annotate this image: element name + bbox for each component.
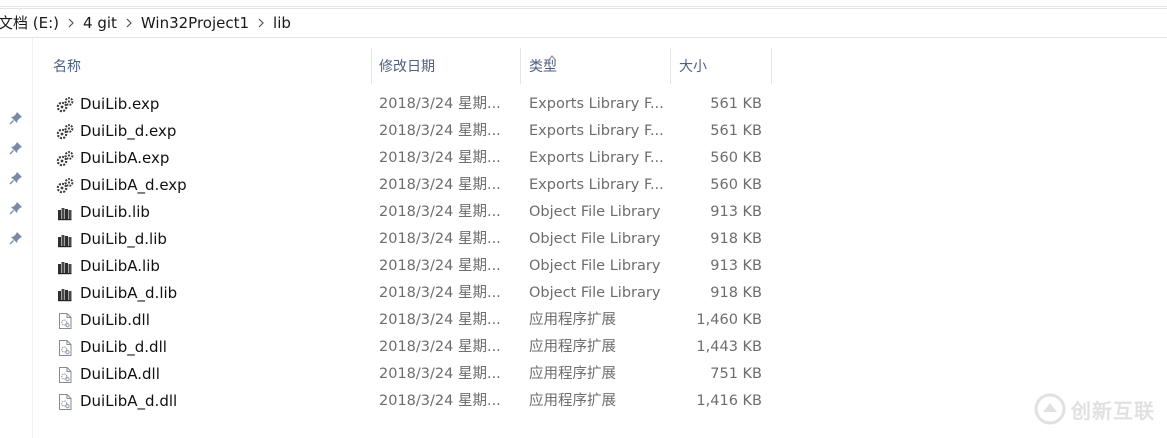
file-size: 1,460 KB — [696, 312, 762, 328]
watermark: 创新互联 — [1033, 392, 1155, 426]
file-row[interactable]: DuiLibA.exp 2018/3/24 星期... Exports Librar… — [44, 145, 772, 172]
file-type: Exports Library F... — [529, 96, 664, 112]
breadcrumb-git[interactable]: 4 git — [79, 9, 121, 37]
file-type: 应用程序扩展 — [529, 393, 616, 409]
navigation-pane — [0, 38, 33, 438]
file-row[interactable]: DuiLibA.lib 2018/3/24 星期... Object File Li… — [44, 253, 772, 280]
column-header-date[interactable]: 修改日期 — [370, 48, 521, 84]
breadcrumb-drive[interactable]: 文档 (E:) — [0, 9, 63, 37]
address-bar[interactable]: 文档 (E:) 4 git Win32Project1 lib — [0, 8, 1167, 38]
file-size: 913 KB — [710, 258, 762, 274]
exp-file-icon — [56, 177, 74, 195]
dll-file-icon — [56, 339, 74, 357]
file-type: Object File Library — [529, 231, 661, 247]
file-date-modified: 2018/3/24 星期... — [379, 204, 501, 220]
file-date-modified: 2018/3/24 星期... — [379, 393, 501, 409]
file-size: 560 KB — [710, 150, 762, 166]
file-row[interactable]: DuiLib_d.exp 2018/3/24 星期... Exports Libra… — [44, 118, 772, 145]
lib-file-icon — [56, 258, 74, 276]
file-name: DuiLibA_d.lib — [80, 284, 178, 302]
file-row[interactable]: DuiLib_d.dll 2018/3/24 星期... 应用程序扩展 1,443 K… — [44, 334, 772, 361]
watermark-logo-icon — [1033, 392, 1067, 426]
file-type: Exports Library F... — [529, 123, 664, 139]
file-name: DuiLibA_d.exp — [80, 176, 187, 194]
file-date-modified: 2018/3/24 星期... — [379, 312, 501, 328]
file-date-modified: 2018/3/24 星期... — [379, 285, 501, 301]
pin-icon[interactable] — [9, 140, 23, 155]
file-name: DuiLibA_d.dll — [80, 392, 178, 410]
pin-icon[interactable] — [9, 230, 23, 245]
file-row[interactable]: DuiLibA_d.exp 2018/3/24 星期... Exports Libr… — [44, 172, 772, 199]
file-date-modified: 2018/3/24 星期... — [379, 123, 501, 139]
lib-file-icon — [56, 285, 74, 303]
file-type: 应用程序扩展 — [529, 366, 616, 382]
chevron-right-icon[interactable] — [121, 9, 137, 37]
file-date-modified: 2018/3/24 星期... — [379, 150, 501, 166]
file-type: Object File Library — [529, 258, 661, 274]
file-date-modified: 2018/3/24 星期... — [379, 366, 501, 382]
file-date-modified: 2018/3/24 星期... — [379, 96, 501, 112]
lib-file-icon — [56, 204, 74, 222]
file-row[interactable]: DuiLib_d.lib 2018/3/24 星期... Object File L… — [44, 226, 772, 253]
file-type: Object File Library — [529, 285, 661, 301]
watermark-text: 创新互联 — [1071, 398, 1155, 423]
pin-icon[interactable] — [9, 200, 23, 215]
exp-file-icon — [56, 123, 74, 141]
dll-file-icon — [56, 366, 74, 384]
file-size: 1,443 KB — [696, 339, 762, 355]
column-header-type[interactable]: 类型 — [520, 48, 671, 84]
file-type: 应用程序扩展 — [529, 339, 616, 355]
file-size: 561 KB — [710, 96, 762, 112]
file-row[interactable]: DuiLib.lib 2018/3/24 星期... Object File Lib… — [44, 199, 772, 226]
file-size: 913 KB — [710, 204, 762, 220]
window-top-strip — [0, 0, 1167, 7]
dll-file-icon — [56, 312, 74, 330]
lib-file-icon — [56, 231, 74, 249]
file-size: 751 KB — [710, 366, 762, 382]
file-name: DuiLib.exp — [80, 95, 160, 113]
file-size: 561 KB — [710, 123, 762, 139]
file-name: DuiLibA.lib — [80, 257, 160, 275]
file-type: Exports Library F... — [529, 150, 664, 166]
chevron-right-icon[interactable] — [253, 9, 269, 37]
file-name: DuiLibA.exp — [80, 149, 170, 167]
exp-file-icon — [56, 150, 74, 168]
file-row[interactable]: DuiLibA_d.lib 2018/3/24 星期... Object File … — [44, 280, 772, 307]
file-name: DuiLibA.dll — [80, 365, 160, 383]
file-date-modified: 2018/3/24 星期... — [379, 339, 501, 355]
column-header-name[interactable]: 名称 — [44, 48, 372, 84]
breadcrumb-lib[interactable]: lib — [269, 9, 295, 37]
file-type: Object File Library — [529, 204, 661, 220]
chevron-right-icon[interactable] — [63, 9, 79, 37]
sort-ascending-icon — [547, 47, 557, 62]
file-name: DuiLib_d.dll — [80, 338, 167, 356]
file-row[interactable]: DuiLibA_d.dll 2018/3/24 星期... 应用程序扩展 1,416 … — [44, 388, 772, 415]
file-size: 918 KB — [710, 231, 762, 247]
file-row[interactable]: DuiLib.dll 2018/3/24 星期... 应用程序扩展 1,460 KB — [44, 307, 772, 334]
file-name: DuiLib_d.exp — [80, 122, 177, 140]
pin-icon[interactable] — [9, 110, 23, 125]
column-header-size[interactable]: 大小 — [670, 48, 772, 84]
exp-file-icon — [56, 96, 74, 114]
file-row[interactable]: DuiLib.exp 2018/3/24 星期... Exports Library… — [44, 91, 772, 118]
file-size: 918 KB — [710, 285, 762, 301]
file-name: DuiLib.lib — [80, 203, 150, 221]
file-type: Exports Library F... — [529, 177, 664, 193]
file-date-modified: 2018/3/24 星期... — [379, 258, 501, 274]
file-name: DuiLib.dll — [80, 311, 150, 329]
file-type: 应用程序扩展 — [529, 312, 616, 328]
file-row[interactable]: DuiLibA.dll 2018/3/24 星期... 应用程序扩展 751 KB — [44, 361, 772, 388]
file-name: DuiLib_d.lib — [80, 230, 167, 248]
pin-icon[interactable] — [9, 170, 23, 185]
file-size: 1,416 KB — [696, 393, 762, 409]
file-date-modified: 2018/3/24 星期... — [379, 177, 501, 193]
file-size: 560 KB — [710, 177, 762, 193]
dll-file-icon — [56, 393, 74, 411]
file-date-modified: 2018/3/24 星期... — [379, 231, 501, 247]
breadcrumb-project[interactable]: Win32Project1 — [137, 9, 253, 37]
